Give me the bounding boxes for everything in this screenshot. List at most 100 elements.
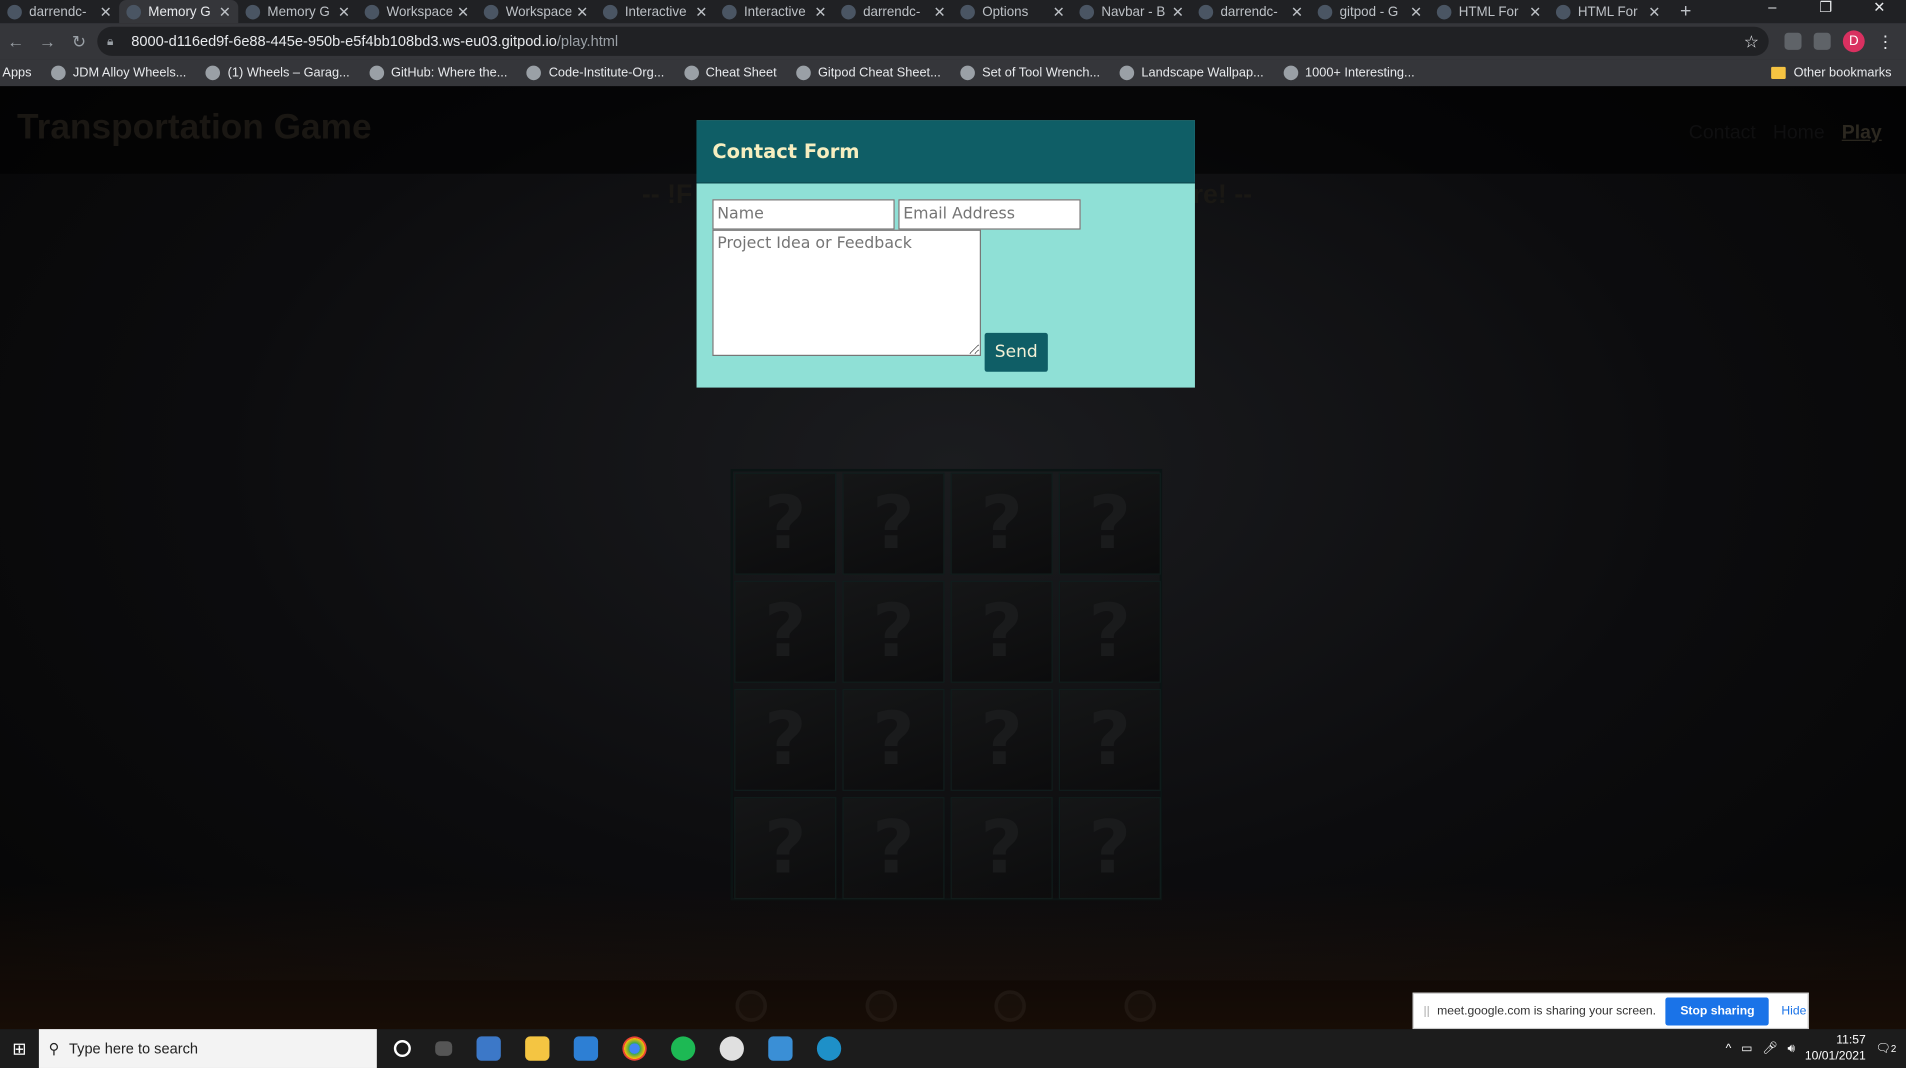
tab-close-icon[interactable]: ✕ (1529, 3, 1541, 20)
nav-link-play[interactable]: Play (1842, 123, 1882, 145)
tab-close-icon[interactable]: ✕ (1648, 3, 1660, 20)
memory-card[interactable]: ? (1058, 472, 1161, 575)
browser-tab[interactable]: darrendc- ✕ (1191, 0, 1310, 23)
tab-close-icon[interactable]: ✕ (1172, 3, 1184, 20)
memory-card[interactable]: ? (1058, 580, 1161, 683)
message-field[interactable] (712, 229, 981, 356)
volume-icon[interactable]: 🔊︎ (1788, 1042, 1796, 1055)
github-icon[interactable] (735, 990, 768, 1022)
memory-card[interactable]: ? (734, 688, 837, 791)
memory-card[interactable]: ? (950, 472, 1053, 575)
task-view-icon[interactable] (435, 1041, 453, 1056)
hide-button[interactable]: Hide (1781, 1004, 1806, 1017)
memory-card[interactable]: ? (1058, 688, 1161, 791)
browser-tab[interactable]: darrendc- ✕ (0, 0, 119, 23)
other-bookmarks[interactable]: Other bookmarks (1771, 60, 1891, 87)
send-button[interactable]: Send (984, 332, 1048, 372)
memory-card[interactable]: ? (734, 580, 837, 683)
menu-kebab-icon[interactable]: ⋮ (1877, 31, 1894, 52)
browser-tab[interactable]: Workspace ✕ (357, 0, 476, 23)
tab-close-icon[interactable]: ✕ (1291, 3, 1303, 20)
bookmark-item[interactable]: Code-Institute-Org... (526, 65, 664, 81)
minimize-button[interactable]: – (1746, 0, 1799, 23)
bookmark-item[interactable]: GitHub: Where the... (369, 65, 507, 81)
bookmark-item[interactable]: Gitpod Cheat Sheet... (796, 65, 941, 81)
close-window-button[interactable]: ✕ (1853, 0, 1906, 23)
browser-tab[interactable]: HTML For ✕ (1549, 0, 1668, 23)
tab-close-icon[interactable]: ✕ (934, 3, 946, 20)
profile-avatar[interactable]: D (1842, 30, 1865, 53)
browser-tab[interactable]: Memory G ✕ (238, 0, 357, 23)
tab-close-icon[interactable]: ✕ (814, 3, 826, 20)
memory-card[interactable]: ? (950, 688, 1053, 791)
bookmark-item[interactable]: 1000+ Interesting... (1283, 65, 1415, 81)
edge-icon[interactable] (816, 1036, 842, 1061)
instagram-icon[interactable] (865, 990, 898, 1022)
memory-card[interactable]: ? (1058, 797, 1161, 900)
tab-close-icon[interactable]: ✕ (1053, 3, 1065, 20)
chrome-icon[interactable] (622, 1036, 647, 1061)
slack-icon[interactable] (719, 1036, 744, 1061)
drag-handle-icon[interactable]: || (1423, 1004, 1429, 1017)
browser-tab[interactable]: gitpod - G ✕ (1310, 0, 1429, 23)
memory-card[interactable]: ? (842, 472, 945, 575)
microphone-icon[interactable]: 🎤︎ (1762, 1042, 1777, 1055)
back-icon[interactable]: ← (0, 32, 32, 51)
tab-close-icon[interactable]: ✕ (338, 3, 350, 20)
tab-close-icon[interactable]: ✕ (1410, 3, 1422, 20)
browser-tab[interactable]: Options ✕ (953, 0, 1072, 23)
memory-card[interactable]: ? (842, 580, 945, 683)
browser-tab[interactable]: darrendc- ✕ (834, 0, 953, 23)
memory-card[interactable]: ? (842, 797, 945, 900)
puzzle-icon[interactable] (1813, 32, 1831, 50)
clock[interactable]: 11:57 10/01/2021 (1805, 1033, 1866, 1065)
windows-start-icon[interactable]: ⊞ (0, 1038, 39, 1059)
restore-button[interactable]: ❐ (1799, 0, 1852, 23)
tab-close-icon[interactable]: ✕ (695, 3, 707, 20)
browser-tab[interactable]: Interactive ✕ (715, 0, 834, 23)
taskbar-search[interactable]: ⚲ Type here to search (38, 1029, 377, 1068)
browser-tab[interactable]: HTML For ✕ (1430, 0, 1549, 23)
browser-tab[interactable]: Memory G ✕ (119, 0, 239, 24)
tab-close-icon[interactable]: ✕ (576, 3, 588, 20)
browser-tab[interactable]: Interactive ✕ (596, 0, 715, 23)
nav-link-contact[interactable]: Contact (1689, 123, 1756, 145)
tab-close-icon[interactable]: ✕ (457, 3, 469, 20)
linkedin-icon[interactable] (994, 990, 1026, 1022)
bookmark-item[interactable]: Landscape Wallpap... (1119, 65, 1264, 81)
memory-card[interactable]: ? (842, 688, 945, 791)
notification-icon[interactable]: 🗨︎2 (1875, 1042, 1896, 1055)
network-icon[interactable]: ▭ (1741, 1042, 1752, 1055)
cortana-icon[interactable] (393, 1040, 411, 1058)
bookmark-item[interactable]: (1) Wheels – Garag... (205, 65, 350, 81)
tab-close-icon[interactable]: ✕ (100, 3, 112, 20)
bookmark-item[interactable]: Set of Tool Wrench... (960, 65, 1100, 81)
nav-link-home[interactable]: Home (1773, 123, 1825, 145)
bookmark-item[interactable]: Cheat Sheet (683, 65, 777, 81)
file-explorer-icon[interactable] (525, 1036, 550, 1061)
photos-icon[interactable] (768, 1036, 793, 1061)
memory-card[interactable]: ? (734, 797, 837, 900)
stop-sharing-button[interactable]: Stop sharing (1665, 996, 1770, 1025)
apps-bookmark[interactable]: ⠿Apps (2, 66, 746, 460)
reload-icon[interactable]: ↻ (63, 31, 95, 52)
facebook-icon[interactable] (1124, 990, 1157, 1022)
new-tab-button[interactable]: + (1668, 0, 1704, 23)
tab-close-icon[interactable]: ✕ (219, 3, 231, 20)
chevron-up-icon[interactable]: ^ (1726, 1042, 1732, 1055)
extension-icon[interactable] (1784, 32, 1802, 50)
mail-icon[interactable] (573, 1036, 599, 1061)
browser-tab[interactable]: Navbar - B ✕ (1072, 0, 1191, 23)
memory-card[interactable]: ? (734, 472, 837, 575)
bookmark-item[interactable]: JDM Alloy Wheels... (50, 65, 186, 81)
bookmark-star-icon[interactable]: ☆ (1744, 31, 1759, 52)
memory-card[interactable]: ? (950, 797, 1053, 900)
name-field[interactable] (712, 199, 895, 230)
spotify-icon[interactable] (671, 1036, 696, 1061)
store-icon[interactable] (476, 1036, 501, 1061)
forward-icon[interactable]: → (32, 32, 64, 51)
address-bar[interactable]: 🔒︎ 8000-d116ed9f-6e88-445e-950b-e5f4bb10… (97, 26, 1769, 56)
memory-card[interactable]: ? (950, 580, 1053, 683)
email-field[interactable] (898, 199, 1081, 230)
browser-tab[interactable]: Workspace ✕ (477, 0, 596, 23)
